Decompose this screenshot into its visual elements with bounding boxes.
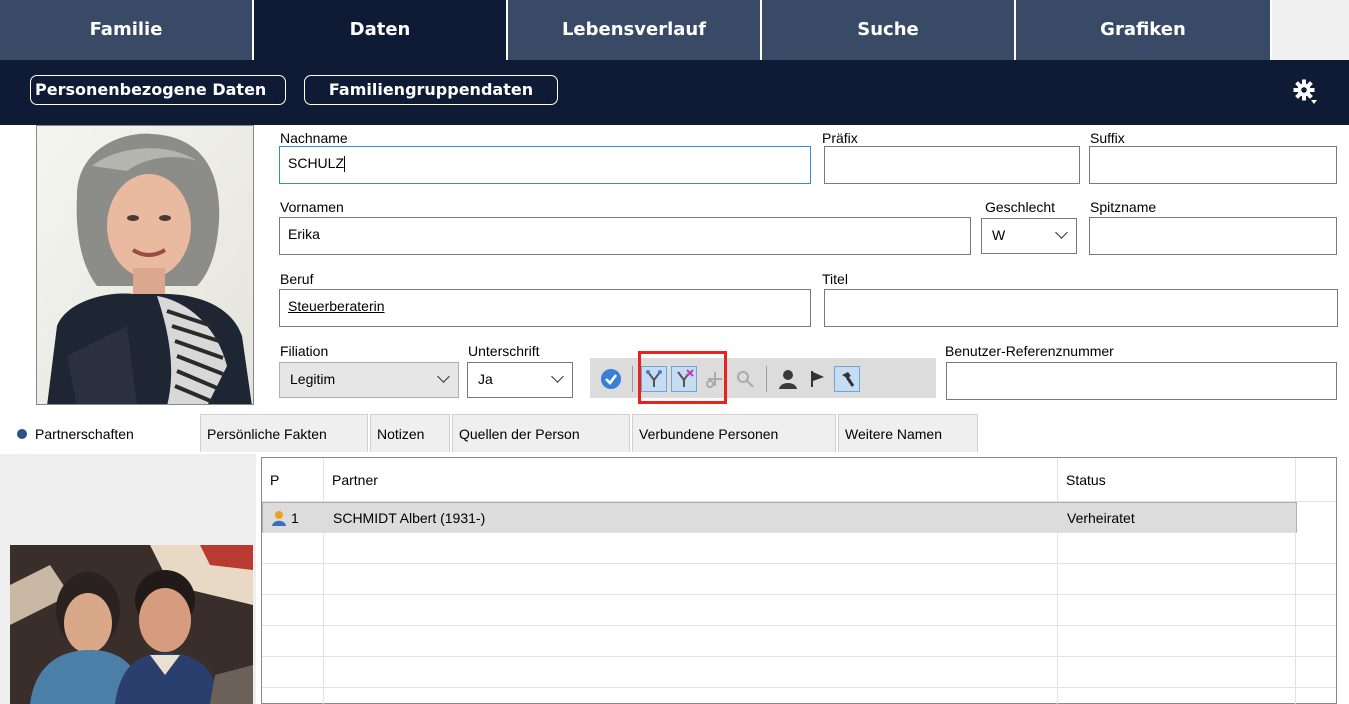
tab-quellen-der-person[interactable]: Quellen der Person [452, 414, 630, 452]
titel-input[interactable] [824, 289, 1338, 327]
sub-toolbar: Personenbezogene Daten Familiengruppenda… [0, 60, 1349, 125]
active-dot-icon [17, 429, 27, 440]
geschlecht-select[interactable]: W [981, 218, 1077, 254]
table-row[interactable]: 1 SCHMIDT Albert (1931-) Verheiratet [262, 502, 1297, 533]
table-row-empty [262, 688, 1336, 704]
chevron-down-icon [437, 370, 450, 383]
unterschrift-select[interactable]: Ja [467, 362, 573, 398]
suffix-label: Suffix [1090, 130, 1125, 146]
unterschrift-label: Unterschrift [468, 343, 540, 359]
gear-icon[interactable] [1292, 78, 1320, 106]
partner-table: P Partner Status 1 SCHMIDT Albert (1931-… [261, 457, 1337, 704]
tab-weitere-namen[interactable]: Weitere Namen [838, 414, 978, 452]
table-row-empty [262, 564, 1336, 595]
vornamen-input[interactable]: Erika [279, 217, 971, 255]
table-header-row: P Partner Status [262, 458, 1336, 502]
beruf-label: Beruf [280, 271, 314, 287]
tab-grafiken[interactable]: Grafiken [1016, 0, 1272, 60]
tab-suche[interactable]: Suche [762, 0, 1016, 60]
praefix-label: Präfix [822, 130, 858, 146]
nachname-input[interactable]: SCHULZ [279, 146, 811, 184]
col-header-status[interactable]: Status [1058, 458, 1296, 501]
tab-partnerschaften[interactable]: Partnerschaften [10, 414, 198, 452]
filiation-label: Filiation [280, 343, 329, 359]
app-window: Familie Daten Lebensverlauf Suche Grafik… [0, 0, 1349, 704]
titel-label: Titel [822, 271, 848, 287]
tab-persoenliche-fakten[interactable]: Persönliche Fakten [200, 414, 368, 452]
filiation-select[interactable]: Legitim [279, 362, 459, 398]
table-row-empty [262, 533, 1336, 564]
partner-status-cell: Verheiratet [1067, 509, 1135, 526]
col-header-p[interactable]: P [262, 458, 324, 501]
chevron-down-icon [1055, 226, 1068, 239]
praefix-input[interactable] [824, 146, 1080, 184]
beruf-input[interactable]: Steuerberaterin [279, 289, 811, 327]
suffix-input[interactable] [1089, 146, 1337, 184]
partner-number-cell: 1 [263, 503, 325, 532]
chevron-down-icon [551, 370, 564, 383]
family-group-data-button[interactable]: Familiengruppendaten [304, 75, 558, 105]
partner-name-cell: SCHMIDT Albert (1931-) [333, 509, 486, 526]
person-icon [272, 510, 286, 526]
tab-notizen[interactable]: Notizen [370, 414, 450, 452]
couple-photo[interactable] [10, 545, 253, 704]
table-row-empty [262, 626, 1336, 657]
table-row-empty [262, 657, 1336, 688]
referenz-input[interactable] [946, 362, 1337, 400]
check-circle-icon[interactable] [598, 366, 624, 392]
tab-familie[interactable]: Familie [0, 0, 254, 60]
tab-verbundene-personen[interactable]: Verbundene Personen [632, 414, 836, 452]
spitzname-input[interactable] [1089, 217, 1337, 255]
search-remove-icon[interactable] [732, 366, 758, 392]
referenz-label: Benutzer-Referenznummer [945, 343, 1114, 359]
main-tab-bar: Familie Daten Lebensverlauf Suche Grafik… [0, 0, 1349, 60]
person-icon[interactable] [775, 366, 801, 392]
person-detail-tabs: Partnerschaften Persönliche Fakten Notiz… [0, 414, 1349, 454]
col-header-partner[interactable]: Partner [324, 458, 1058, 501]
table-row-empty [262, 595, 1336, 626]
nachname-label: Nachname [280, 130, 348, 146]
person-photo[interactable] [36, 125, 254, 405]
tab-lebensverlauf[interactable]: Lebensverlauf [508, 0, 762, 60]
spitzname-label: Spitzname [1090, 199, 1157, 215]
tab-daten[interactable]: Daten [254, 0, 508, 60]
flag-icon[interactable] [805, 366, 831, 392]
highlight-box [638, 351, 727, 404]
vornamen-label: Vornamen [280, 199, 344, 215]
geschlecht-label: Geschlecht [985, 199, 1056, 215]
personal-data-button[interactable]: Personenbezogene Daten [30, 75, 286, 105]
hammer-icon[interactable] [834, 366, 860, 392]
